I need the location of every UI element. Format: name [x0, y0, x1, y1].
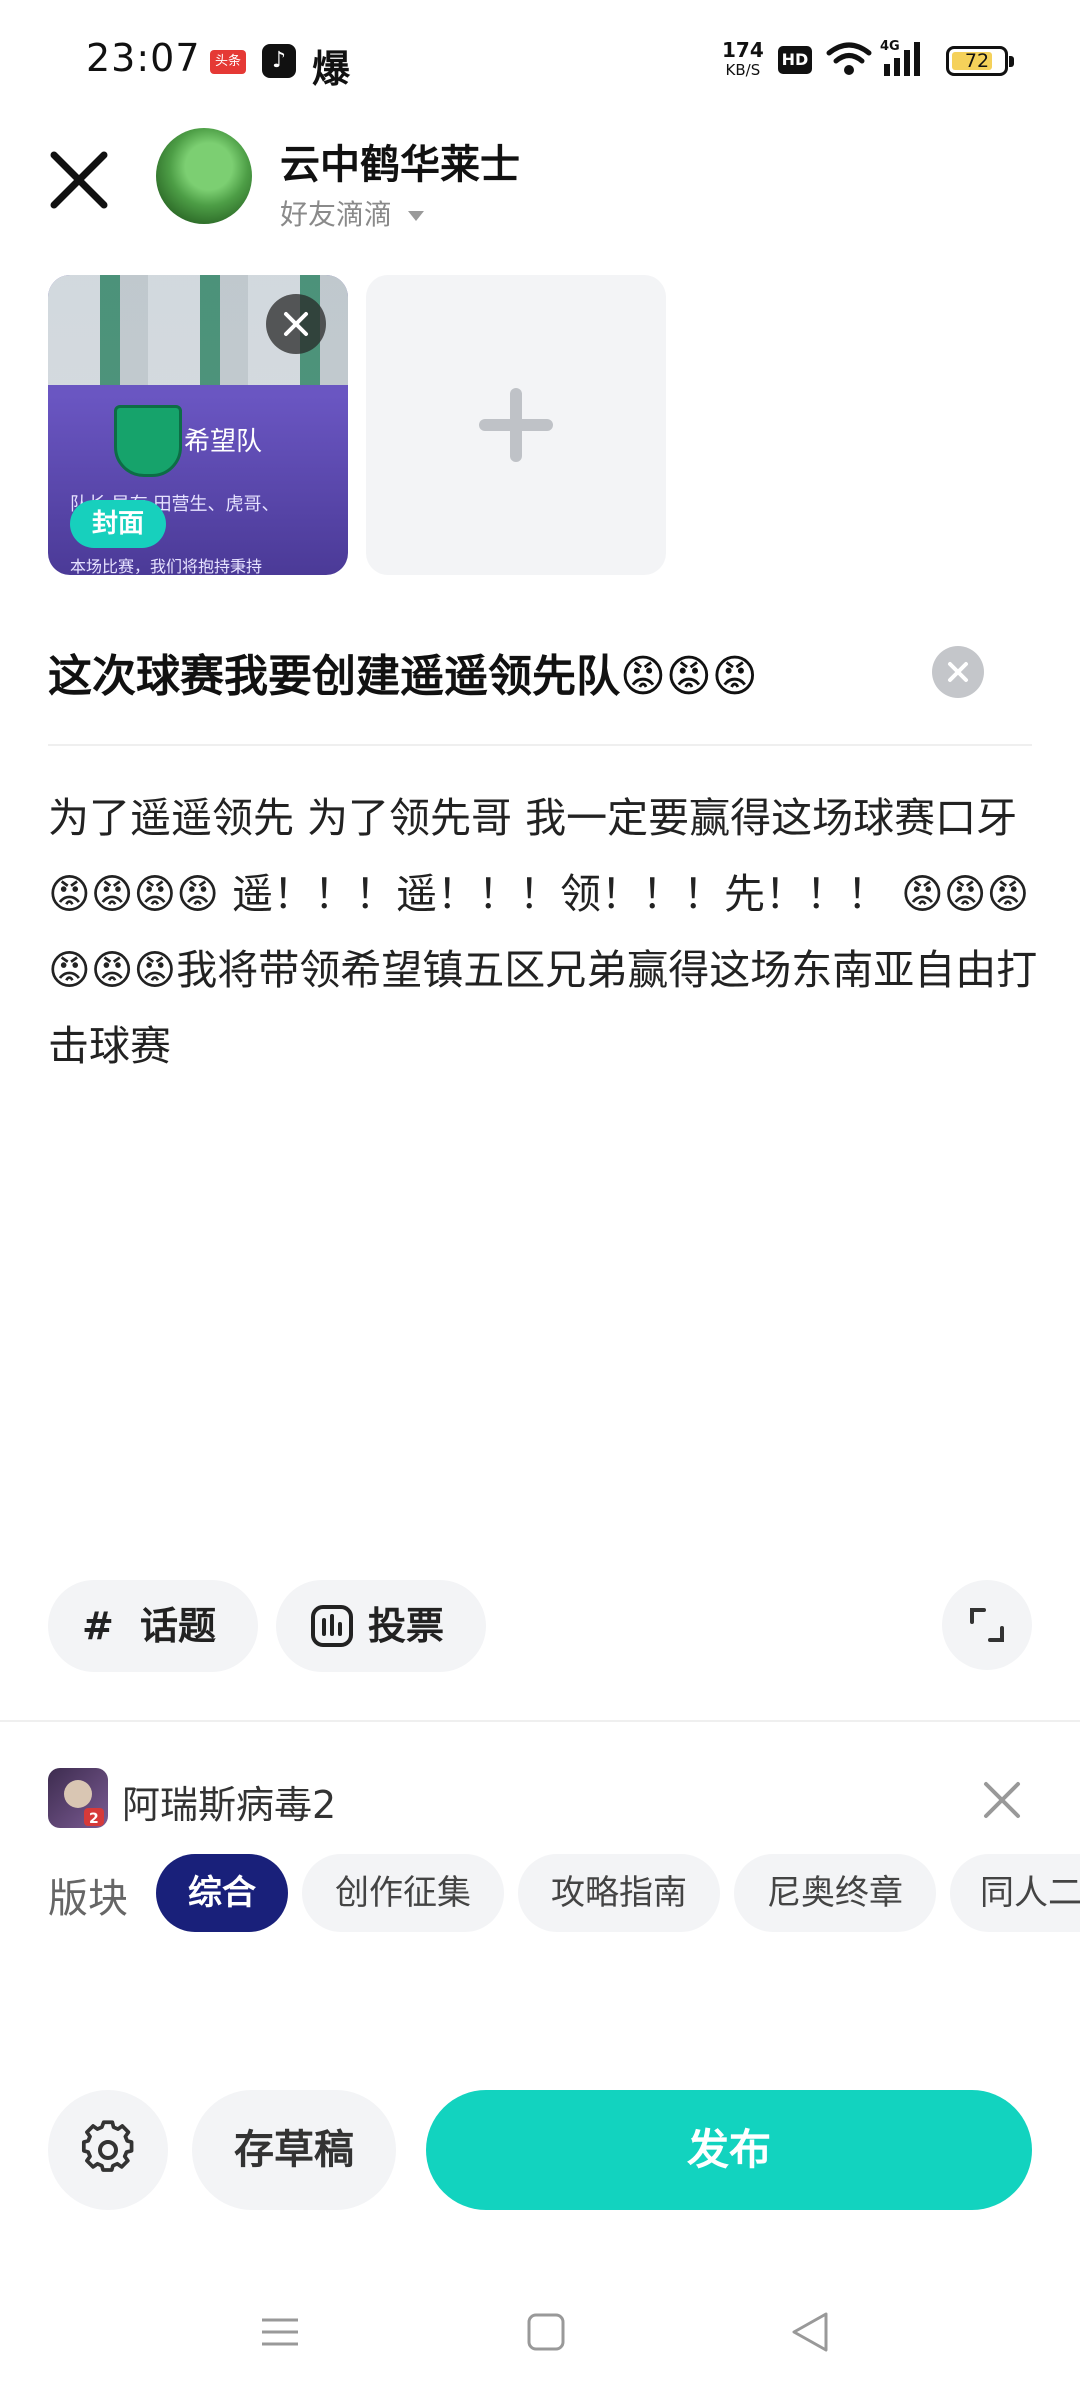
gear-icon: [81, 2120, 134, 2172]
team-shield-icon: [114, 405, 182, 477]
remove-game-icon[interactable]: [976, 1774, 1028, 1826]
game-name[interactable]: 阿瑞斯病毒2: [122, 1774, 336, 1829]
section-chip-general[interactable]: 综合: [156, 1854, 288, 1932]
save-draft-button[interactable]: 存草稿: [192, 2090, 396, 2210]
hd-icon: HD: [778, 46, 812, 74]
topic-label: 话题: [140, 1604, 217, 1648]
visibility-selector[interactable]: 好友滴滴: [280, 193, 427, 233]
expand-editor-button[interactable]: [942, 1580, 1032, 1670]
wifi-icon: [826, 42, 872, 75]
hot-notification-icon: 爆: [312, 47, 351, 91]
remove-cover-button[interactable]: [266, 294, 326, 354]
tiktok-notification-icon: ♪: [262, 44, 296, 78]
section-chip-fanwork[interactable]: 同人二: [950, 1854, 1080, 1932]
avatar[interactable]: [156, 128, 252, 224]
recent-apps-icon[interactable]: [260, 2312, 300, 2352]
settings-button[interactable]: [48, 2090, 168, 2210]
svg-text:2: 2: [89, 1811, 99, 1827]
svg-text:4G: 4G: [880, 39, 900, 54]
close-icon: [284, 312, 308, 336]
status-bar: 23:07 头条 ♪ 爆 174 KB/S HD 4G 72: [0, 0, 1080, 120]
user-name: 云中鹤华莱士: [280, 142, 520, 188]
section-chip-guide[interactable]: 攻略指南: [518, 1854, 720, 1932]
expand-icon: [970, 1608, 1004, 1642]
section-chip-neo[interactable]: 尼奥终章: [734, 1854, 936, 1932]
plus-icon: [479, 388, 553, 462]
topic-button[interactable]: # 话题: [48, 1580, 258, 1672]
section-chip-creation[interactable]: 创作征集: [302, 1854, 504, 1932]
hashtag-icon: #: [82, 1604, 114, 1648]
divider: [48, 744, 1032, 746]
add-image-button[interactable]: [366, 275, 666, 575]
clear-title-button[interactable]: [932, 646, 984, 698]
cover-caption-2: 本场比赛，我们将抱持秉持: [70, 557, 263, 575]
network-speed-value: 174: [722, 38, 764, 62]
cellular-signal-icon: 4G: [880, 39, 920, 76]
close-icon[interactable]: [44, 145, 114, 215]
publish-button[interactable]: 发布: [426, 2090, 1032, 2210]
battery-level: 72: [964, 50, 990, 72]
network-speed: 174 KB/S: [722, 40, 764, 80]
network-speed-unit: KB/S: [725, 61, 761, 79]
clear-icon: [948, 662, 968, 682]
section-label: 版块: [48, 1876, 128, 1922]
cover-badge: 封面: [70, 500, 166, 548]
divider: [0, 1720, 1080, 1722]
visibility-label: 好友滴滴: [280, 198, 393, 231]
home-icon[interactable]: [526, 2312, 566, 2352]
toutiao-notification-icon: 头条: [210, 50, 246, 74]
section-chip-list: 综合 创作征集 攻略指南 尼奥终章 同人二: [156, 1854, 1080, 1934]
back-icon[interactable]: [790, 2310, 830, 2354]
status-time: 23:07: [86, 36, 201, 80]
game-icon: 2: [48, 1768, 108, 1828]
post-title[interactable]: 这次球赛我要创建遥遥领先队😡😡😡: [48, 640, 758, 704]
chevron-down-icon: [407, 211, 424, 221]
post-body[interactable]: 为了遥遥领先 为了领先哥 我一定要赢得这场球赛口牙😡😡😡😡 遥！！！遥！！！领！…: [48, 780, 1038, 1084]
vote-icon: [311, 1605, 353, 1647]
vote-button[interactable]: 投票: [276, 1580, 486, 1672]
cover-team-text: 希望队: [184, 427, 263, 457]
battery-icon: 72: [946, 46, 1014, 76]
vote-label: 投票: [368, 1604, 445, 1648]
